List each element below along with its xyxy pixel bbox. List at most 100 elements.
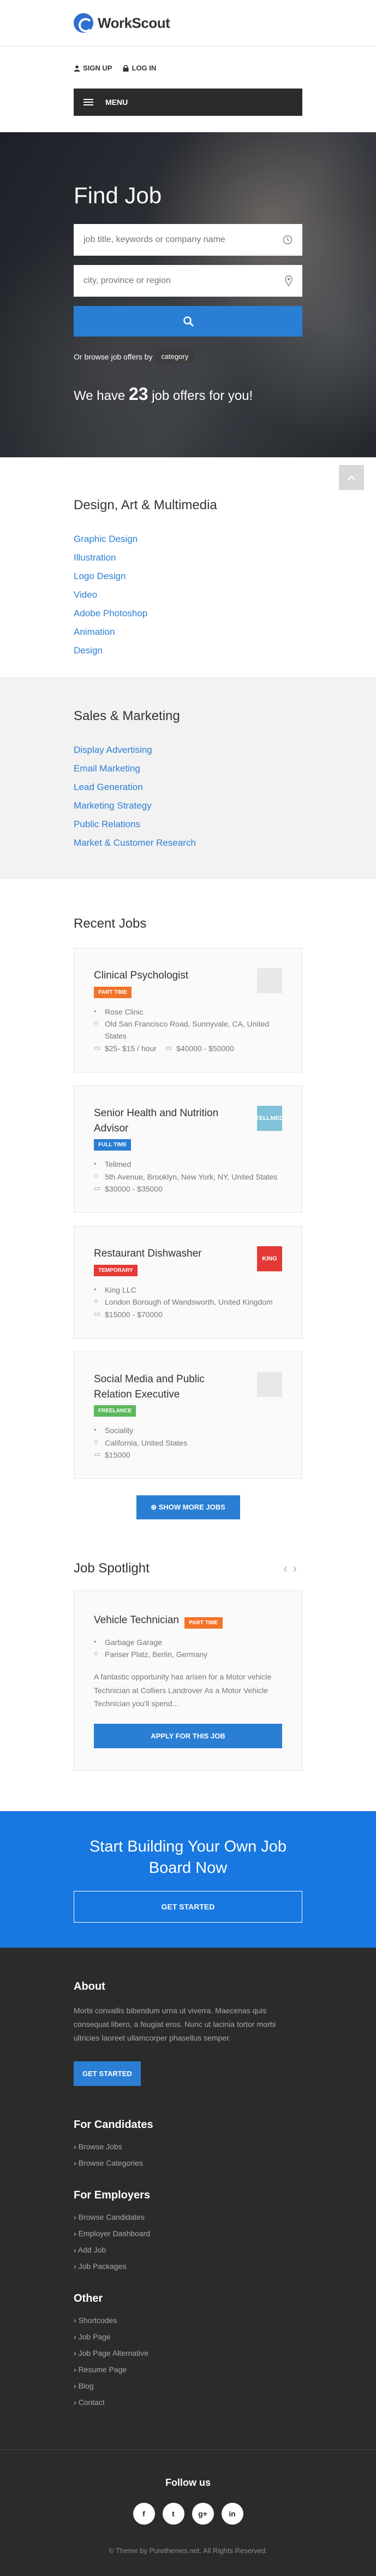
social-links: f t g+ in <box>0 2503 376 2525</box>
scroll-top-button[interactable] <box>339 465 364 490</box>
job-card[interactable]: Social Media and Public Relation Executi… <box>74 1352 302 1479</box>
show-more-button[interactable]: ⊕ SHOW MORE JOBS <box>136 1495 240 1520</box>
category-link[interactable]: Email Marketing <box>74 763 302 774</box>
location-input[interactable] <box>83 276 272 286</box>
footer-link[interactable]: Contact <box>74 2398 302 2407</box>
keyword-input[interactable] <box>83 235 272 245</box>
category-link[interactable]: Adobe Photoshop <box>74 608 302 619</box>
keyword-field[interactable] <box>74 224 302 256</box>
show-more-label: SHOW MORE JOBS <box>158 1503 225 1512</box>
spotlight-job-title[interactable]: Vehicle Technician <box>94 1614 179 1626</box>
menu-label: MENU <box>105 98 128 107</box>
footer-link[interactable]: Shortcodes <box>74 2316 302 2325</box>
money-icon: ▭ <box>94 1309 101 1318</box>
search-icon <box>183 316 193 327</box>
cta-banner: Start Building Your Own Job Board Now GE… <box>0 1811 376 1948</box>
job-salary: $15000 <box>105 1450 130 1459</box>
category-list: Graphic Design Illustration Logo Design … <box>74 534 302 656</box>
category-link[interactable]: Public Relations <box>74 819 302 830</box>
job-type-badge: PART TIME <box>184 1617 223 1629</box>
category-link[interactable]: Logo Design <box>74 571 302 582</box>
recent-jobs-section: Recent Jobs Clinical Psychologist PART TI… <box>0 879 376 1520</box>
user-icon <box>74 65 80 72</box>
map-pin-icon: ⌾ <box>94 1171 98 1180</box>
category-link[interactable]: Marketing Strategy <box>74 800 302 811</box>
briefcase-icon: ▪ <box>94 1425 97 1434</box>
footer-get-started-button[interactable]: GET STARTED <box>74 2061 141 2086</box>
job-title[interactable]: Restaurant Dishwasher <box>94 1246 236 1262</box>
footer-column-title: Other <box>74 2292 103 2305</box>
job-title[interactable]: Senior Health and Nutrition Advisor <box>94 1106 236 1136</box>
company-logo: KING <box>257 1246 282 1272</box>
google-plus-icon[interactable]: g+ <box>192 2503 214 2525</box>
category-link[interactable]: Animation <box>74 627 302 638</box>
search-button[interactable] <box>74 306 302 337</box>
twitter-icon[interactable]: t <box>162 2503 184 2525</box>
apply-button[interactable]: APPLY FOR THIS JOB <box>94 1723 282 1748</box>
job-location: 5th Avenue, Brooklyn, New York, NY, Unit… <box>105 1172 278 1181</box>
job-description: A fantastic opportunity has arisen for a… <box>94 1672 272 1708</box>
briefcase-icon: ▪ <box>94 1159 97 1168</box>
lock-icon <box>123 64 129 72</box>
spotlight-card[interactable]: Vehicle Technician PART TIME ▪ Garbage Ga… <box>74 1590 302 1771</box>
job-title[interactable]: Social Media and Public Relation Executi… <box>94 1372 236 1402</box>
job-salary: $25- $15 / hour <box>105 1044 157 1053</box>
hero-banner: Find Job Or browse job offers by categor… <box>0 132 376 457</box>
facebook-icon[interactable]: f <box>133 2503 155 2525</box>
logo-icon <box>74 13 93 33</box>
footer-link[interactable]: Browse Candidates <box>74 2213 302 2221</box>
company-logo <box>257 1372 282 1398</box>
next-arrow-icon[interactable]: › <box>293 1561 302 1575</box>
prev-arrow-icon[interactable]: ‹ <box>283 1561 293 1575</box>
footer-link[interactable]: Browse Jobs <box>74 2142 302 2151</box>
menu-toggle[interactable]: MENU <box>74 89 302 116</box>
job-title[interactable]: Clinical Psychologist <box>94 968 236 983</box>
briefcase-icon: ▪ <box>94 1284 97 1293</box>
offers-count-text: We have 23 job offers for you! <box>74 384 302 404</box>
job-card[interactable]: Restaurant Dishwasher TEMPORARY ▪ King LLC ⌾… <box>74 1226 302 1339</box>
category-link[interactable]: Illustration <box>74 552 302 563</box>
hero-title: Find Job <box>74 182 162 208</box>
cta-get-started-button[interactable]: GET STARTED <box>74 1891 302 1923</box>
cta-title: Start Building Your Own Job Board Now <box>89 1837 287 1877</box>
category-link[interactable]: Lead Generation <box>74 782 302 793</box>
map-pin-icon <box>285 275 293 286</box>
category-link[interactable]: Design <box>74 645 302 656</box>
category-list: Display Advertising Email Marketing Lead… <box>74 745 302 848</box>
category-link[interactable]: Market & Customer Research <box>74 838 302 848</box>
job-salary: $15000 - $70000 <box>105 1310 163 1319</box>
section-title: Job Spotlight <box>74 1561 150 1576</box>
browse-text: Or browse job offers by <box>74 352 153 361</box>
footer-link[interactable]: Blog <box>74 2382 302 2390</box>
footer-about-title: About <box>74 1980 105 1993</box>
category-link[interactable]: Video <box>74 590 302 600</box>
linkedin-icon[interactable]: in <box>221 2503 243 2525</box>
offers-count: 23 <box>128 384 148 404</box>
login-link[interactable]: LOG IN <box>123 64 156 72</box>
location-field[interactable] <box>74 265 302 297</box>
browse-category-button[interactable]: category <box>156 350 194 363</box>
footer-employers: For Employers Browse Candidates Employer… <box>74 2189 302 2271</box>
footer-link[interactable]: Job Page <box>74 2332 302 2341</box>
job-spotlight-section: Job Spotlight ‹› Vehicle Technician PART… <box>0 1519 376 1811</box>
map-pin-icon: ⌾ <box>94 1437 98 1446</box>
category-link[interactable]: Graphic Design <box>74 534 302 545</box>
footer-link[interactable]: Employer Dashboard <box>74 2229 302 2238</box>
footer-link[interactable]: Job Page Alternative <box>74 2349 302 2357</box>
job-location: Pariser Platz, Berlin, Germany <box>105 1650 208 1659</box>
briefcase-icon: ▪ <box>94 1637 97 1646</box>
chevron-up-icon <box>348 475 355 480</box>
job-card[interactable]: Clinical Psychologist PART TIME ▪ Rose Clin… <box>74 948 302 1073</box>
logo[interactable]: WorkScout <box>74 0 302 33</box>
footer-link[interactable]: Add Job <box>74 2245 302 2254</box>
company-logo: TELLMED <box>255 1106 284 1131</box>
footer-link[interactable]: Job Packages <box>74 2262 302 2271</box>
signup-link[interactable]: SIGN UP <box>74 64 112 72</box>
category-link[interactable]: Display Advertising <box>74 745 302 756</box>
money-icon: ▭ <box>165 1043 172 1052</box>
footer-link[interactable]: Resume Page <box>74 2365 302 2374</box>
footer-link[interactable]: Browse Categories <box>74 2159 302 2167</box>
footer-other: Other Shortcodes Job Page Job Page Alter… <box>74 2292 302 2407</box>
job-card[interactable]: Senior Health and Nutrition Advisor FULL … <box>74 1086 302 1213</box>
briefcase-icon: ▪ <box>94 1006 97 1015</box>
